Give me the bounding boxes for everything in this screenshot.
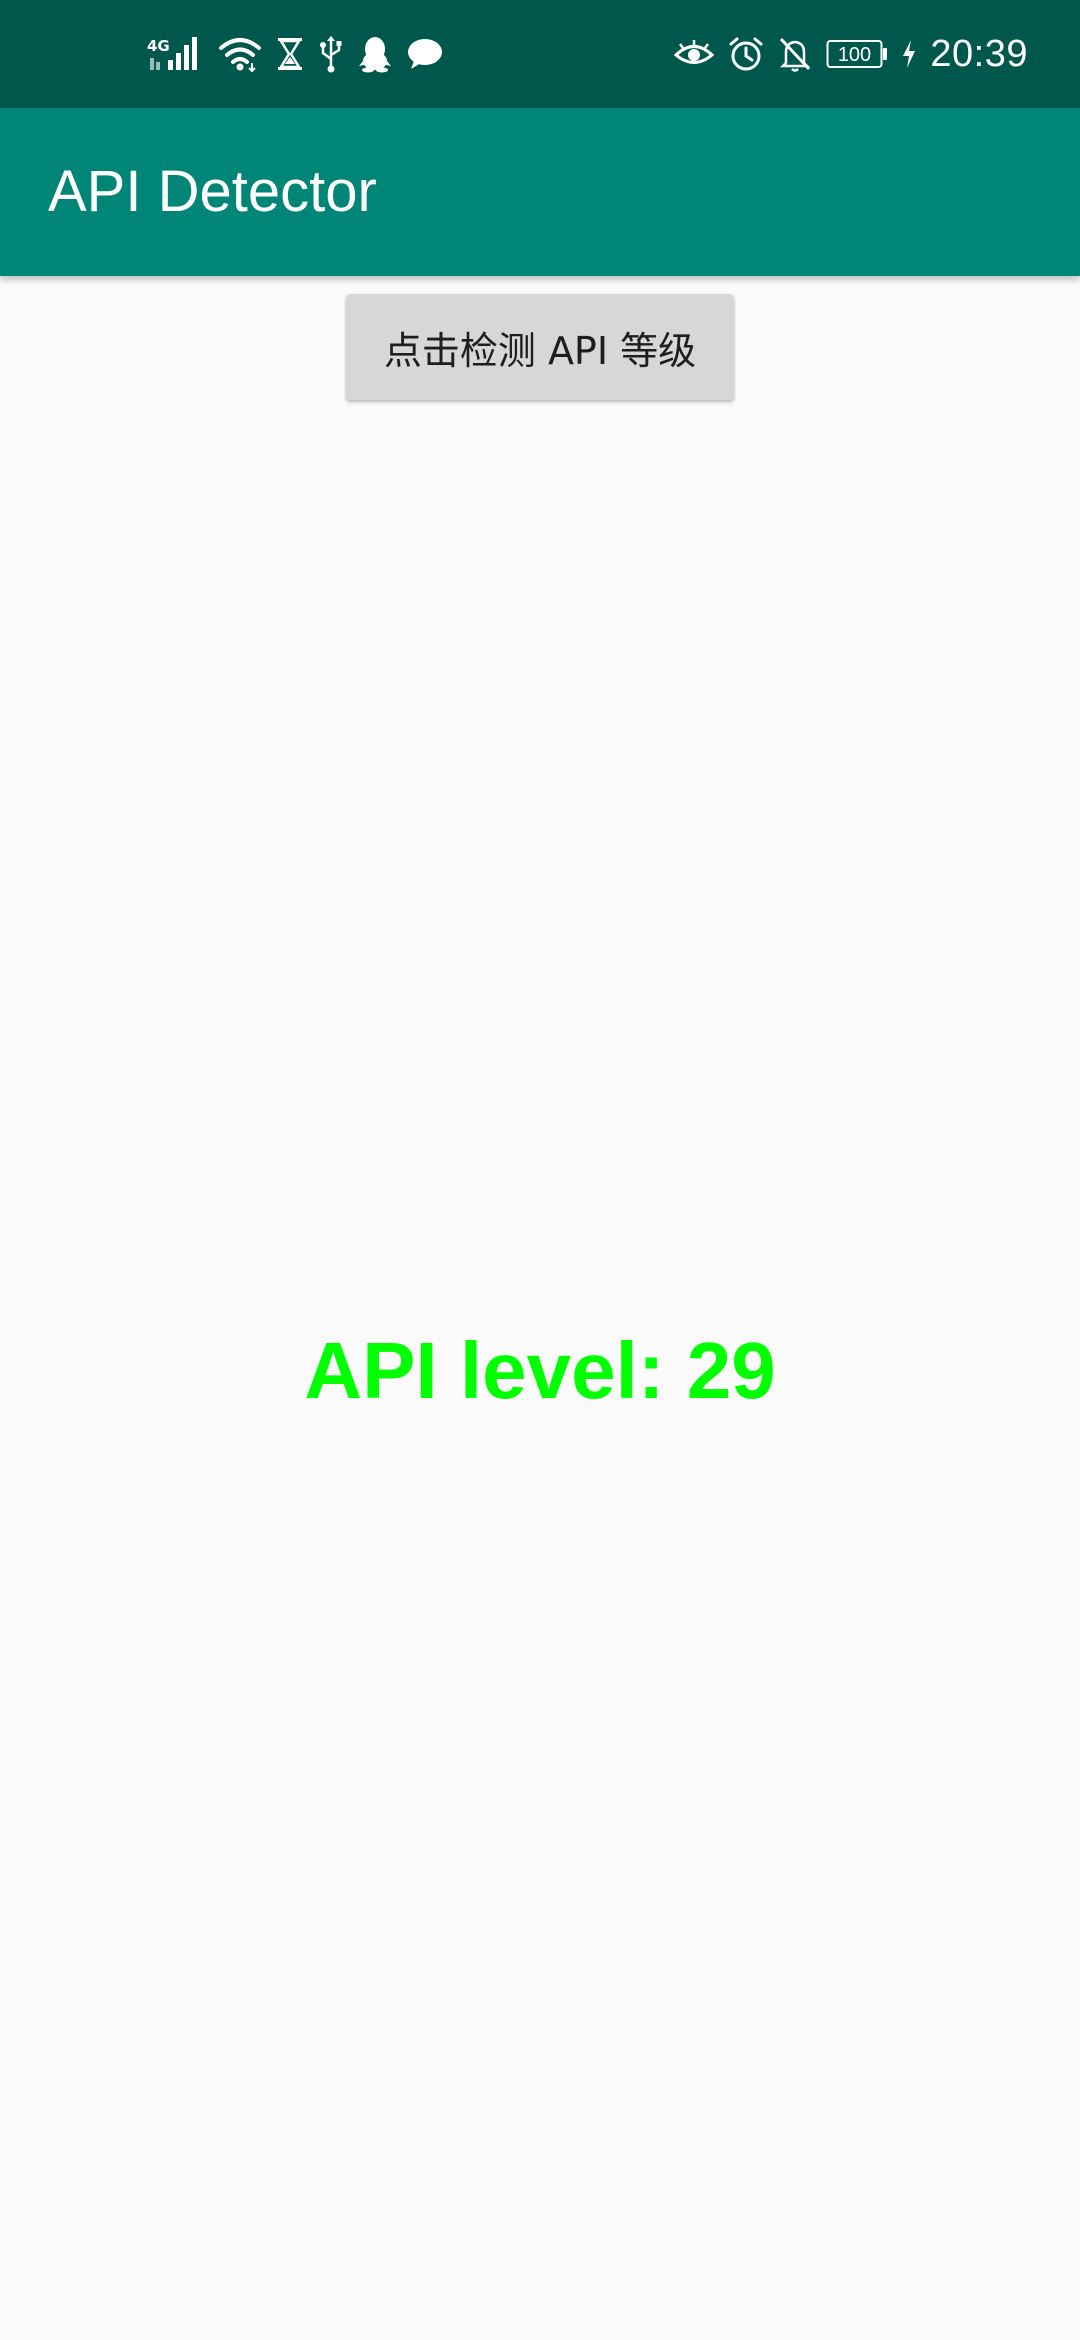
status-bar-left: 4G <box>146 0 444 108</box>
charging-icon <box>902 39 916 69</box>
main-content: 点击检测 API 等级 API level: 29 <box>0 276 1080 2340</box>
eye-icon <box>674 38 715 70</box>
network-4g-icon: 4G <box>146 34 204 74</box>
wifi-icon <box>218 36 262 72</box>
alarm-icon <box>728 36 764 72</box>
status-bar-right: 100 20:39 <box>674 0 1028 108</box>
battery-icon: 100 <box>826 39 888 69</box>
qq-icon <box>358 35 392 73</box>
network-type-label: 4G <box>147 37 170 55</box>
usb-icon <box>318 35 344 73</box>
app-bar: API Detector <box>0 108 1080 276</box>
chat-bubble-icon <box>406 37 444 71</box>
api-level-text: API level: 29 <box>304 1326 776 1415</box>
app-title: API Detector <box>48 159 377 224</box>
status-bar: 4G 100 20:39 <box>0 0 1080 108</box>
detect-api-level-button[interactable]: 点击检测 API 等级 <box>346 294 734 400</box>
hourglass-icon <box>276 36 304 72</box>
status-time: 20:39 <box>930 32 1028 75</box>
battery-level: 100 <box>838 44 871 66</box>
phone-screen: 4G 100 20:39 API Detector 点击检测 API 等级 AP… <box>0 0 1080 2340</box>
notifications-off-icon <box>778 36 812 72</box>
